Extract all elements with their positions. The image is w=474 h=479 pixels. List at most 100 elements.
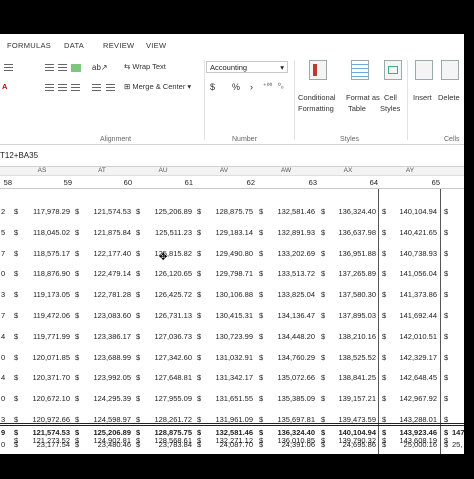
value-cell[interactable]: 135,385.09	[265, 394, 315, 403]
row-label[interactable]: 7	[1, 311, 5, 320]
value-cell[interactable]: 132,891.93	[265, 228, 315, 237]
total-cell[interactable]: 140,104.94	[324, 428, 376, 437]
value-cell[interactable]: 130,415.31	[203, 311, 253, 320]
conditional-formatting-label-2[interactable]: Formatting	[298, 104, 334, 113]
row-label[interactable]: 0	[1, 394, 5, 403]
value-cell[interactable]: 142,010.51	[387, 332, 437, 341]
align-right-icon[interactable]	[71, 84, 80, 91]
font-color-icon[interactable]: A	[2, 82, 7, 91]
value-cell[interactable]: 127,648.81	[142, 373, 192, 382]
conditional-formatting-label-1[interactable]: Conditional	[298, 93, 336, 102]
value-cell[interactable]: 129,798.71	[203, 269, 253, 278]
column-header-au[interactable]: AU	[157, 167, 169, 174]
value-cell[interactable]: 120,071.85	[20, 353, 70, 362]
delete-cells-icon[interactable]	[441, 60, 459, 80]
value-cell[interactable]: 129,183.14	[203, 228, 253, 237]
row-label[interactable]: 5	[1, 228, 5, 237]
value-cell[interactable]: 122,177.40	[81, 249, 131, 258]
wrap-text-button[interactable]: ⇆ Wrap Text	[124, 62, 166, 71]
decrease-indent-icon[interactable]	[92, 84, 101, 91]
format-as-table-label-1[interactable]: Format as	[346, 93, 380, 102]
currency-symbol[interactable]: $	[444, 207, 452, 216]
value-cell[interactable]: 118,876.90	[20, 269, 70, 278]
total-cell[interactable]: 121,574.53	[18, 428, 70, 437]
value-cell[interactable]: 137,895.03	[326, 311, 376, 320]
value-cell[interactable]: 130,106.88	[203, 290, 253, 299]
currency-format-button[interactable]: $	[210, 82, 215, 92]
value-cell[interactable]: 25,	[452, 440, 462, 449]
value-cell[interactable]: 123,688.99	[81, 353, 131, 362]
value-cell[interactable]: 133,825.04	[265, 290, 315, 299]
tab-review[interactable]: REVIEW	[103, 41, 134, 50]
align-center-icon[interactable]	[58, 84, 67, 91]
align-left-icon[interactable]	[45, 84, 54, 91]
currency-symbol[interactable]: $	[444, 428, 452, 437]
comma-format-button[interactable]: ›	[250, 82, 253, 92]
percent-format-button[interactable]: %	[232, 82, 240, 92]
align-middle-icon[interactable]	[58, 64, 67, 71]
currency-symbol[interactable]: $	[444, 228, 452, 237]
value-cell[interactable]: 119,173.05	[20, 290, 70, 299]
orientation-icon[interactable]: ab↗	[92, 63, 108, 72]
total-cell[interactable]: 136,324.40	[263, 428, 315, 437]
value-cell[interactable]: 142,648.45	[387, 373, 437, 382]
value-cell[interactable]: 120,672.10	[20, 394, 70, 403]
value-cell[interactable]: 125,206.89	[142, 207, 192, 216]
value-cell[interactable]: 134,448.20	[265, 332, 315, 341]
value-cell[interactable]: 133,202.69	[265, 249, 315, 258]
value-cell[interactable]: 140,738.93	[387, 249, 437, 258]
row-label[interactable]: 4	[1, 332, 5, 341]
column-header-ax[interactable]: AX	[342, 167, 354, 174]
align-top-left-icon[interactable]	[45, 64, 54, 71]
format-as-table-icon[interactable]	[351, 60, 369, 80]
tab-data[interactable]: DATA	[64, 41, 84, 50]
formula-text[interactable]: T12+BA35	[0, 151, 38, 160]
value-cell[interactable]: 129,490.80	[203, 249, 253, 258]
value-cell[interactable]: 127,342.60	[142, 353, 192, 362]
value-cell[interactable]: 117,978.29	[20, 207, 70, 216]
column-header-ay[interactable]: AY	[404, 167, 416, 174]
value-cell[interactable]: 138,210.16	[326, 332, 376, 341]
value-cell[interactable]: 137,265.89	[326, 269, 376, 278]
cell-styles-label-1[interactable]: Cell	[384, 93, 397, 102]
formula-bar[interactable]: T12+BA35	[0, 145, 464, 167]
value-cell[interactable]: 128,875.75	[203, 207, 253, 216]
row-label[interactable]: 7	[1, 249, 5, 258]
value-cell[interactable]: 118,045.02	[20, 228, 70, 237]
value-cell[interactable]: 126,731.13	[142, 311, 192, 320]
value-cell[interactable]: 126,120.65	[142, 269, 192, 278]
value-cell[interactable]: 123,386.17	[81, 332, 131, 341]
value-cell[interactable]: 136,637.98	[326, 228, 376, 237]
column-header-aw[interactable]: AW	[280, 167, 292, 174]
tab-view[interactable]: VIEW	[146, 41, 166, 50]
row-label[interactable]: 4	[1, 373, 5, 382]
value-cell[interactable]: 118,575.17	[20, 249, 70, 258]
currency-symbol[interactable]: $	[444, 249, 452, 258]
value-cell[interactable]: 122,781.28	[81, 290, 131, 299]
value-cell[interactable]: 24,087.70	[201, 440, 253, 449]
value-cell[interactable]: 131,032.91	[203, 353, 253, 362]
value-cell[interactable]: 138,841.25	[326, 373, 376, 382]
value-cell[interactable]: 23,783.84	[140, 440, 192, 449]
value-cell[interactable]: 140,421.65	[387, 228, 437, 237]
value-cell[interactable]: 136,951.88	[326, 249, 376, 258]
total-cell[interactable]: 125,206.89	[79, 428, 131, 437]
row-label[interactable]: 3	[1, 290, 5, 299]
cell-styles-icon[interactable]	[384, 60, 402, 80]
tab-formulas[interactable]: FORMULAS	[7, 41, 51, 50]
currency-symbol[interactable]: $	[444, 311, 452, 320]
spreadsheet-grid[interactable]: 2 $117,978.29 $121,574.53 $125,206.89 $128,8…	[0, 189, 464, 454]
value-cell[interactable]: 121,875.84	[81, 228, 131, 237]
align-bottom-icon[interactable]	[71, 64, 81, 72]
conditional-formatting-icon[interactable]	[309, 60, 327, 80]
row-label[interactable]: 0	[1, 269, 5, 278]
value-cell[interactable]: 127,955.09	[142, 394, 192, 403]
value-cell[interactable]: 122,479.14	[81, 269, 131, 278]
value-cell[interactable]: 131,342.17	[203, 373, 253, 382]
value-cell[interactable]: 138,525.52	[326, 353, 376, 362]
value-cell[interactable]: 25,000.16	[385, 440, 437, 449]
currency-symbol[interactable]: $	[444, 373, 452, 382]
currency-symbol[interactable]: $	[444, 394, 452, 403]
currency-symbol[interactable]: $	[444, 269, 452, 278]
increase-indent-icon[interactable]	[106, 84, 115, 91]
